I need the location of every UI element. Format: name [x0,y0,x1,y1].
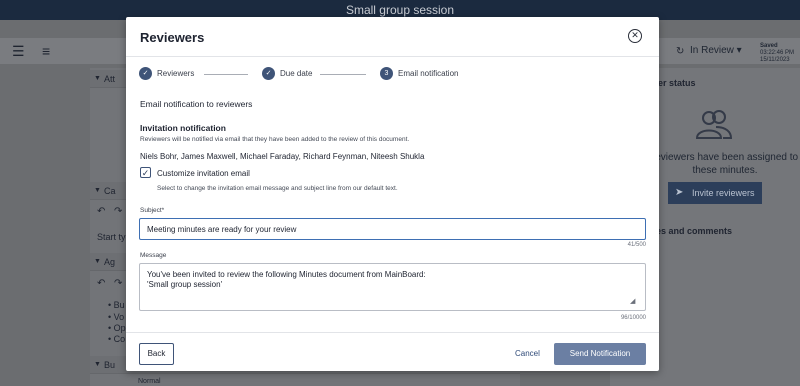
reviewer-names: Niels Bohr, James Maxwell, Michael Farad… [140,152,425,161]
send-notification-button[interactable]: Send Notification [554,343,646,365]
step-number: 3 [380,67,393,80]
close-icon: ✕ [631,30,639,40]
redo-icon[interactable]: ↷ [114,278,122,289]
list-item: • Op [108,323,126,333]
cancel-button[interactable]: Cancel [515,349,540,358]
undo-icon[interactable]: ↶ [97,278,105,289]
users-icon [694,108,734,149]
message-counter: 96/10000 [620,315,646,321]
step-label: Email notification [398,69,459,78]
resize-handle-icon[interactable]: ◢ [630,297,635,305]
invite-label: Invite reviewers [692,188,755,198]
section-label: Ca [104,186,116,196]
outline-list-icon[interactable]: ☰ [12,44,25,58]
chevron-down-icon: ▼ [94,75,101,82]
message-textarea[interactable]: You've been invited to review the follow… [139,263,646,311]
list-item: • Bu [108,300,125,310]
saved-time: 03:22:46 PM [760,50,795,56]
checkmark-icon: ✓ [141,168,150,178]
step-connector [204,74,248,75]
subject-label: Subject* [140,207,165,214]
start-text[interactable]: Start ty [97,232,126,242]
section-label: Att [104,74,116,84]
back-button[interactable]: Back [139,343,174,365]
refresh-icon: ↻ [676,46,685,57]
saved-indicator: Saved 03:22:46 PM 15/11/2023 [760,43,794,64]
step-complete-icon: ✓ [262,67,275,80]
chevron-down-icon: ▼ [94,361,101,368]
step-complete-icon: ✓ [139,67,152,80]
format-select[interactable]: Normal [138,378,161,385]
redo-icon[interactable]: ↷ [114,206,122,217]
send-icon: ➤ [675,187,684,198]
list-item: • Vo [108,312,125,322]
step-label: Reviewers [157,69,195,78]
customize-description: Select to change the invitation email me… [157,185,398,192]
section-label: Ag [104,257,116,267]
step-connector [320,74,366,75]
divider [126,332,659,333]
saved-date: 15/11/2023 [760,57,790,63]
users-icon-svg [695,110,733,139]
chevron-down-icon: ▼ [94,258,101,265]
customize-label: Customize invitation email [157,169,250,178]
divider [126,56,659,57]
section-title: Email notification to reviewers [140,99,253,109]
status-label: In Review [690,45,734,56]
no-reviewers-message: reviewers have been assigned to these mi… [651,152,799,176]
message-label: Message [140,252,167,259]
invite-reviewers-button[interactable]: ➤ Invite reviewers [668,182,762,204]
invitation-description: Reviewers will be notified via email tha… [140,136,410,143]
notes-comments-title: es and comments [656,226,733,236]
subject-counter: 41/500 [627,242,646,248]
reviewer-status-title: er status [658,78,696,88]
saved-label: Saved [760,43,778,49]
undo-icon[interactable]: ↶ [97,206,105,217]
modal-title: Reviewers [140,30,205,45]
chevron-down-icon: ▼ [94,187,101,194]
step-label: Due date [280,69,313,78]
section-label: Bu [104,360,116,370]
subject-input[interactable] [139,218,646,240]
checklist-icon[interactable]: ≡ [42,44,50,58]
list-item: • Co [108,334,126,344]
reviewers-modal: Reviewers ✕ ✓ Reviewers ✓ Due date 3 Ema… [126,17,659,371]
customize-checkbox[interactable]: ✓ [140,167,151,178]
invitation-title: Invitation notification [140,123,226,133]
status-dropdown[interactable]: In Review ▾ [690,45,742,56]
close-button[interactable]: ✕ [628,29,642,43]
